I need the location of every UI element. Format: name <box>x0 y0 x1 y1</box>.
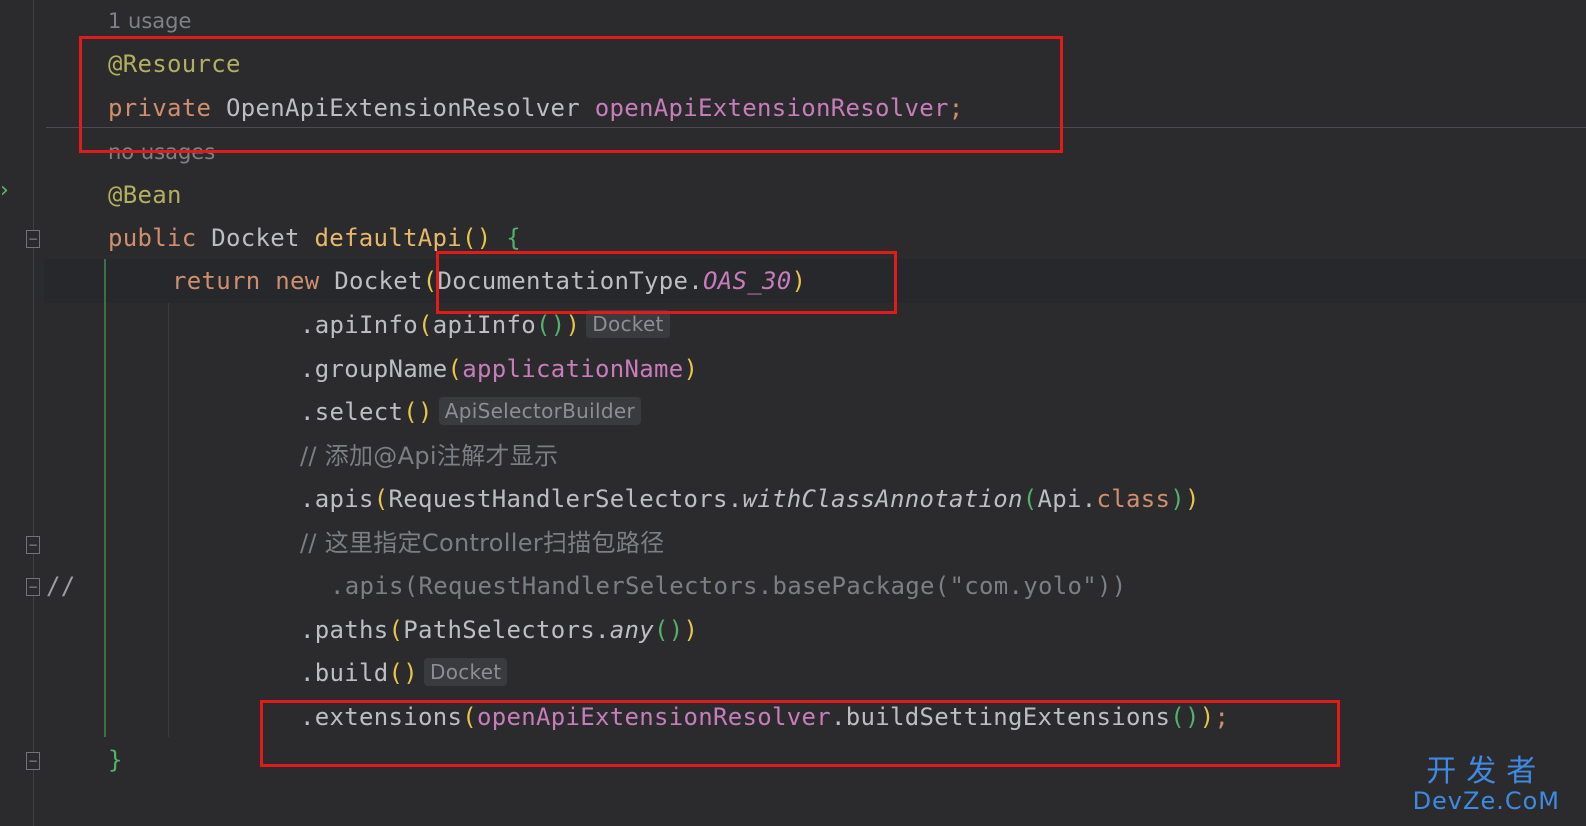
static-method-token: any <box>609 616 654 644</box>
method-name-token: defaultApi <box>314 224 462 252</box>
method-call-token: .paths <box>300 616 389 644</box>
watermark-logo: 开发者 DevZe.CoM <box>1412 754 1560 815</box>
type-inlay-hint[interactable]: ApiSelectorBuilder <box>438 397 641 425</box>
highlight-box-doctype <box>436 251 897 314</box>
type-token: Docket <box>211 224 300 252</box>
type-token: Docket <box>334 267 423 295</box>
keyword-token: public <box>108 224 197 252</box>
fold-icon[interactable]: − <box>26 578 40 596</box>
paren-token: ( <box>1022 485 1038 513</box>
keyword-token: new <box>275 267 320 295</box>
method-call-token: apiInfo <box>432 311 536 339</box>
class-ref-token: RequestHandlerSelectors. <box>388 485 743 513</box>
code-editor[interactable]: › − − − − 1 usage @Resource private Open… <box>0 0 1586 826</box>
highlight-box-resource <box>79 36 1063 153</box>
watermark-top: 开发者 <box>1426 754 1547 789</box>
method-call-token: .apis <box>300 485 374 513</box>
class-ref-token: Api. <box>1037 485 1097 513</box>
annotation-token: @Bean <box>108 181 182 209</box>
bean-gutter-icon[interactable]: › <box>0 180 9 202</box>
indent-guide <box>104 259 106 737</box>
field-token: applicationName <box>462 355 684 383</box>
method-call-token: .apiInfo <box>300 311 418 339</box>
usage-hint[interactable]: 1 usage <box>108 6 191 36</box>
paren-token: ( <box>447 355 463 383</box>
code-line-14[interactable]: .build() Docket <box>300 651 508 695</box>
paren-token: () <box>654 616 684 644</box>
code-line-10[interactable]: .apis(RequestHandlerSelectors.withClassA… <box>300 477 1200 521</box>
paren-token: ( <box>388 616 404 644</box>
code-line-12[interactable]: // <box>46 564 76 608</box>
commented-code-token[interactable]: .apis(RequestHandlerSelectors.basePackag… <box>330 564 1126 608</box>
editor-gutter[interactable] <box>0 0 44 826</box>
paren-token: ) <box>683 355 699 383</box>
brace-token: } <box>108 746 123 774</box>
static-method-token: withClassAnnotation <box>742 485 1023 513</box>
type-inlay-hint[interactable]: Docket <box>586 310 670 338</box>
highlight-box-extensions <box>260 700 1340 767</box>
method-call-token: .groupName <box>300 355 448 383</box>
paren-token: ( <box>418 311 433 339</box>
paren-token: ) <box>1184 485 1200 513</box>
keyword-token: class <box>1096 485 1171 513</box>
paren-token: () <box>462 224 492 252</box>
code-comment[interactable]: // 这里指定Controller扫描包路径 <box>300 521 664 565</box>
fold-icon[interactable]: − <box>26 752 40 770</box>
paren-token: ) <box>1170 485 1185 513</box>
fold-icon[interactable]: − <box>26 230 40 248</box>
paren-token: () <box>536 311 566 339</box>
code-line-8[interactable]: .select() ApiSelectorBuilder <box>300 390 641 434</box>
code-line-16[interactable]: } <box>108 738 123 782</box>
paren-token: () <box>403 398 433 426</box>
fold-icon[interactable]: − <box>26 536 40 554</box>
code-comment[interactable]: // 添加@Api注解才显示 <box>300 434 558 478</box>
keyword-token: return <box>172 267 261 295</box>
paren-token: () <box>388 659 418 687</box>
watermark-bottom: DevZe.CoM <box>1412 787 1560 815</box>
code-line-3[interactable]: @Bean <box>108 173 182 217</box>
method-call-token: .select <box>300 398 404 426</box>
paren-token: ) <box>565 311 581 339</box>
comment-prefix-token: // <box>46 572 76 600</box>
type-inlay-hint[interactable]: Docket <box>424 658 508 686</box>
method-call-token: .build <box>300 659 389 687</box>
paren-token: ( <box>373 485 389 513</box>
gutter-divider <box>33 0 34 826</box>
code-line-13[interactable]: .paths(PathSelectors.any()) <box>300 608 698 652</box>
indent-guide <box>168 303 169 737</box>
class-ref-token: PathSelectors. <box>403 616 610 644</box>
code-line-7[interactable]: .groupName(applicationName) <box>300 347 698 391</box>
brace-token: { <box>506 224 521 252</box>
paren-token: ) <box>683 616 699 644</box>
